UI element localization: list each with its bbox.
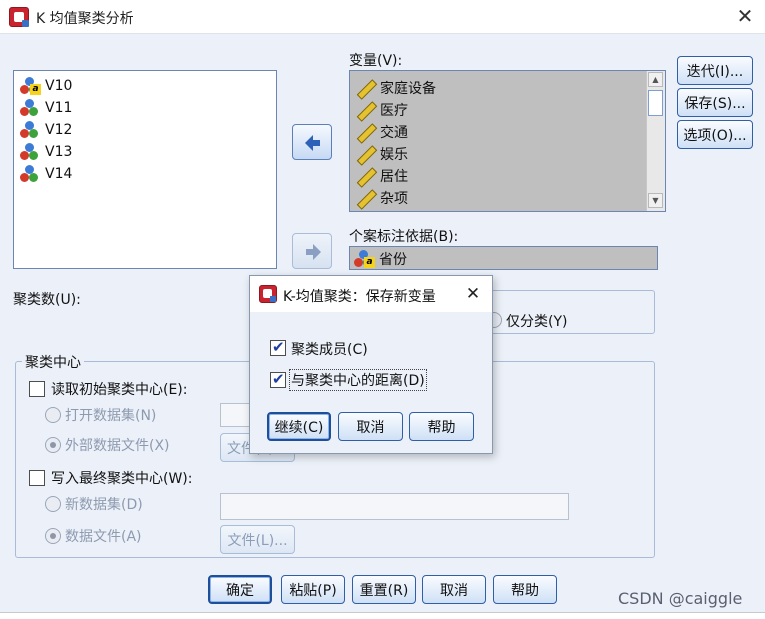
source-variable-list[interactable]: a V10 V11 V12 V13 V14 (13, 70, 277, 269)
variable-label: V12 (45, 122, 73, 138)
watermark: CSDN @caiggle (618, 589, 743, 608)
dialog-title: K-均值聚类：保存新变量 (283, 289, 436, 305)
save-new-variables-dialog: K-均值聚类：保存新变量 ✕ 聚类成员(C) 与聚类中心的距离(D) 继续(C)… (249, 275, 493, 454)
list-item[interactable]: V11 (20, 97, 72, 119)
iterate-button[interactable]: 迭代(I)... (677, 56, 753, 85)
cluster-count-label: 聚类数(U): (13, 292, 81, 308)
variable-label: 交通 (380, 125, 408, 141)
nominal-variable-icon (20, 143, 42, 161)
list-item[interactable]: 交通 (356, 121, 408, 143)
scale-variable-icon (356, 123, 374, 141)
nominal-variable-icon (20, 165, 42, 183)
list-item[interactable]: a 省份 (354, 248, 407, 270)
list-item[interactable]: 娱乐 (356, 143, 408, 165)
nominal-variable-icon (20, 99, 42, 117)
variable-label: 杂项 (380, 191, 408, 207)
variable-label: V10 (45, 78, 73, 94)
variable-label: V11 (45, 100, 73, 116)
save-button[interactable]: 保存(S)... (677, 88, 753, 117)
cluster-membership-checkbox[interactable] (270, 338, 286, 356)
new-dataset-field[interactable] (220, 493, 569, 520)
scale-variable-icon (356, 167, 374, 185)
background-strip (0, 612, 765, 619)
dialog-cancel-button[interactable]: 取消 (338, 412, 403, 441)
nominal-variable-icon (20, 121, 42, 139)
write-final-centers-checkbox[interactable] (29, 470, 45, 486)
cluster-membership-label: 聚类成员(C) (291, 342, 368, 358)
list-item[interactable]: 杂项 (356, 187, 408, 209)
read-initial-centers-label: 读取初始聚类中心(E): (51, 382, 188, 398)
help-button[interactable]: 帮助 (493, 575, 557, 604)
list-item[interactable]: 居住 (356, 165, 408, 187)
case-label-value: 省份 (379, 252, 407, 268)
move-to-variables-button[interactable] (292, 124, 332, 160)
cancel-button[interactable]: 取消 (422, 575, 486, 604)
move-to-case-label-button[interactable] (292, 233, 332, 269)
distance-label: 与聚类中心的距离(D) (289, 369, 427, 391)
continue-button[interactable]: 继续(C) (267, 412, 331, 441)
spss-app-icon (9, 7, 29, 27)
variable-label: 家庭设备 (380, 81, 436, 97)
data-file-radio[interactable] (45, 528, 61, 544)
variable-label: 居住 (380, 169, 408, 185)
variable-label: 医疗 (380, 103, 408, 119)
write-final-centers-label: 写入最终聚类中心(W): (51, 471, 193, 487)
variables-scrollbar[interactable]: ▲ ▼ (646, 71, 665, 211)
spss-app-icon (259, 285, 277, 303)
title-bar: K 均值聚类分析 ✕ (0, 0, 765, 34)
classify-only-label: 仅分类(Y) (506, 314, 568, 330)
list-item[interactable]: a V10 (20, 75, 72, 97)
dialog-title-bar: K-均值聚类：保存新变量 ✕ (250, 276, 492, 312)
cluster-centers-group-label: 聚类中心 (22, 352, 84, 372)
distance-checkbox[interactable] (270, 370, 286, 388)
window-title: K 均值聚类分析 (36, 11, 134, 27)
variables-label: 变量(V): (349, 53, 403, 69)
scale-variable-icon (356, 145, 374, 163)
file-button-final[interactable]: 文件(L)... (220, 525, 295, 554)
scroll-up-icon[interactable]: ▲ (648, 72, 663, 87)
options-button[interactable]: 选项(O)... (677, 120, 753, 149)
close-icon[interactable]: ✕ (461, 282, 485, 306)
case-label-label: 个案标注依据(B): (349, 229, 459, 245)
case-label-field[interactable]: a 省份 (349, 246, 658, 270)
list-item[interactable]: V12 (20, 119, 72, 141)
scroll-down-icon[interactable]: ▼ (648, 193, 663, 208)
ok-button[interactable]: 确定 (208, 575, 272, 604)
list-item[interactable]: 医疗 (356, 99, 408, 121)
paste-button[interactable]: 粘贴(P) (281, 575, 345, 604)
external-file-radio[interactable] (45, 437, 61, 453)
list-item[interactable]: V13 (20, 141, 72, 163)
scale-variable-icon (356, 79, 374, 97)
arrow-left-icon (305, 135, 320, 151)
external-file-label: 外部数据文件(X) (65, 438, 170, 454)
scrollbar-thumb[interactable] (648, 90, 663, 116)
open-dataset-radio[interactable] (45, 407, 61, 423)
new-dataset-radio[interactable] (45, 496, 61, 512)
list-item[interactable]: V14 (20, 163, 72, 185)
close-icon[interactable]: ✕ (733, 4, 757, 28)
data-file-label: 数据文件(A) (65, 529, 142, 545)
variables-list[interactable]: 家庭设备 医疗 交通 娱乐 居住 杂项 ▲ ▼ (349, 70, 666, 212)
list-item[interactable]: 家庭设备 (356, 77, 436, 99)
read-initial-centers-checkbox[interactable] (29, 381, 45, 397)
arrow-right-icon (306, 244, 321, 260)
variable-label: 娱乐 (380, 147, 408, 163)
dialog-help-button[interactable]: 帮助 (409, 412, 474, 441)
open-dataset-label: 打开数据集(N) (65, 408, 157, 424)
nominal-variable-icon: a (354, 250, 376, 268)
variable-label: V13 (45, 144, 73, 160)
variable-label: V14 (45, 166, 73, 182)
nominal-variable-icon: a (20, 77, 42, 95)
open-dataset-field[interactable] (220, 403, 250, 427)
scale-variable-icon (356, 189, 374, 207)
new-dataset-label: 新数据集(D) (65, 497, 143, 513)
reset-button[interactable]: 重置(R) (352, 575, 416, 604)
scale-variable-icon (356, 101, 374, 119)
